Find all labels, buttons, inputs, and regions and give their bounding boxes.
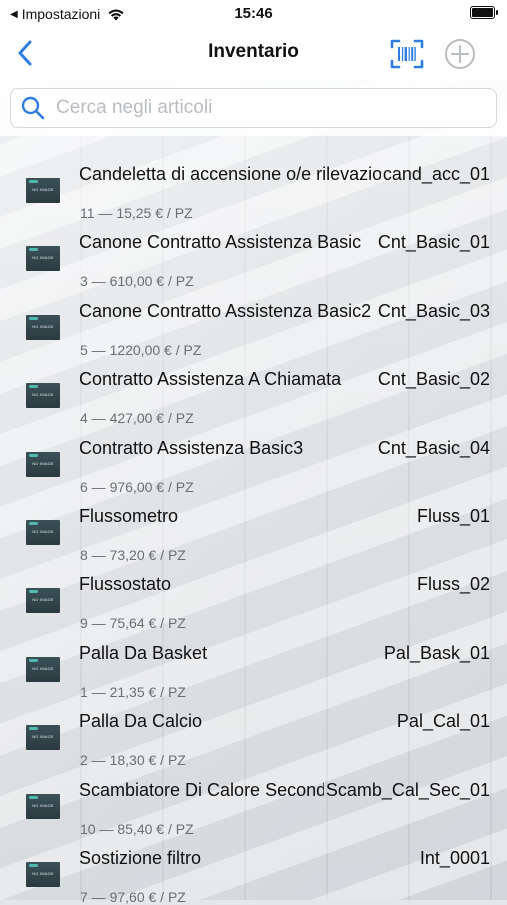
item-code: Scamb_Cal_Sec_01: [325, 779, 490, 800]
list-item[interactable]: NO IMAGE Sostizione filtro Int_0001 7 — 97,…: [0, 824, 507, 905]
thumbnail-label: NO IMAGE: [32, 665, 54, 671]
thumbnail-label: NO IMAGE: [32, 528, 54, 534]
thumbnail-accent: [29, 385, 38, 389]
item-name: Palla Da Basket: [79, 642, 208, 663]
item-thumbnail: NO IMAGE: [26, 314, 60, 340]
search-input[interactable]: [54, 96, 458, 120]
list-item[interactable]: NO IMAGE Scambiatore Di Calore Secondario…: [0, 756, 507, 837]
item-thumbnail: NO IMAGE: [26, 519, 60, 545]
inventory-list: NO IMAGE Candeletta di accensione o/e ril…: [0, 140, 507, 905]
list-item[interactable]: NO IMAGE Flussostato Fluss_02 9 — 75,64 € /…: [0, 550, 507, 631]
thumbnail-label: NO IMAGE: [32, 802, 54, 808]
add-item-button[interactable]: [443, 38, 477, 70]
item-name: Contratto Assistenza A Chiamata: [79, 369, 342, 390]
item-thumbnail: NO IMAGE: [26, 793, 60, 819]
status-time: 15:46: [234, 5, 273, 22]
item-code: Fluss_02: [416, 574, 490, 595]
thumbnail-accent: [29, 795, 38, 799]
item-name: Canone Contratto Assistenza Basic: [79, 232, 362, 253]
list-item[interactable]: NO IMAGE Contratto Assistenza A Chiamata C…: [0, 345, 507, 426]
item-thumbnail: NO IMAGE: [26, 246, 60, 272]
item-name: Scambiatore Di Calore Secondario: [79, 779, 324, 800]
search-icon: [21, 96, 45, 120]
item-name: Contratto Assistenza Basic3: [79, 437, 304, 458]
item-name: Flussostato: [79, 574, 172, 595]
item-thumbnail: NO IMAGE: [26, 383, 60, 409]
item-quantity-price: 7 — 97,60 € / PZ: [80, 888, 186, 905]
item-code: Pal_Cal_01: [396, 711, 490, 732]
item-name: Sostizione filtro: [79, 847, 202, 868]
list-item[interactable]: NO IMAGE Flussometro Fluss_01 8 — 73,20 € /…: [0, 482, 507, 563]
barcode-scan-button[interactable]: [390, 38, 424, 70]
thumbnail-label: NO IMAGE: [32, 392, 54, 398]
list-item[interactable]: NO IMAGE Candeletta di accensione o/e ril…: [0, 140, 507, 221]
status-bar: ◀ Impostazioni 15:46: [0, 0, 507, 28]
item-thumbnail: NO IMAGE: [26, 861, 60, 887]
item-thumbnail: NO IMAGE: [26, 178, 60, 203]
thumbnail-accent: [29, 727, 38, 731]
item-code: Pal_Bask_01: [383, 642, 490, 663]
battery-icon: [470, 6, 498, 19]
thumbnail-label: NO IMAGE: [32, 187, 54, 192]
item-name: Palla Da Calcio: [79, 711, 203, 732]
list-item[interactable]: NO IMAGE Canone Contratto Assistenza Basi…: [0, 277, 507, 358]
thumbnail-label: NO IMAGE: [32, 323, 54, 329]
thumbnail-label: NO IMAGE: [32, 460, 54, 466]
item-name: Canone Contratto Assistenza Basic2: [79, 300, 372, 321]
thumbnail-accent: [29, 658, 38, 662]
search-bar: [0, 80, 507, 136]
item-code: Cnt_Basic_01: [377, 232, 490, 253]
item-code: cand_acc_01: [382, 164, 490, 184]
barcode-scan-icon: [390, 39, 424, 69]
thumbnail-label: NO IMAGE: [32, 734, 54, 740]
thumbnail-accent: [29, 316, 38, 320]
item-thumbnail: NO IMAGE: [26, 451, 60, 477]
item-name: Flussometro: [79, 505, 179, 526]
plus-circle-icon: [445, 39, 475, 69]
item-thumbnail: NO IMAGE: [26, 656, 60, 682]
item-code: Cnt_Basic_03: [377, 300, 490, 321]
thumbnail-label: NO IMAGE: [32, 870, 54, 876]
thumbnail-accent: [29, 590, 38, 594]
search-field[interactable]: [10, 88, 497, 128]
item-code: Fluss_01: [416, 505, 490, 526]
thumbnail-label: NO IMAGE: [32, 255, 54, 261]
thumbnail-accent: [29, 180, 38, 183]
thumbnail-accent: [29, 453, 38, 457]
page-title: Inventario: [208, 41, 299, 62]
navigation-bar: Inventario: [0, 28, 507, 80]
thumbnail-accent: [29, 248, 38, 252]
list-item[interactable]: NO IMAGE Palla Da Basket Pal_Bask_01 1 — 21…: [0, 619, 507, 700]
item-code: Cnt_Basic_02: [377, 369, 490, 390]
list-item[interactable]: NO IMAGE Palla Da Calcio Pal_Cal_01 2 — 18,…: [0, 687, 507, 768]
item-thumbnail: NO IMAGE: [26, 725, 60, 751]
item-thumbnail: NO IMAGE: [26, 588, 60, 614]
list-item[interactable]: NO IMAGE Contratto Assistenza Basic3 Cnt_B…: [0, 414, 507, 495]
thumbnail-accent: [29, 863, 38, 867]
list-item[interactable]: NO IMAGE Canone Contratto Assistenza Basi…: [0, 208, 507, 289]
item-code: Cnt_Basic_04: [377, 437, 490, 458]
thumbnail-label: NO IMAGE: [32, 597, 54, 603]
item-code: Int_0001: [419, 847, 490, 868]
thumbnail-accent: [29, 521, 38, 525]
item-name: Candeletta di accensione o/e rilevazione: [79, 164, 381, 184]
